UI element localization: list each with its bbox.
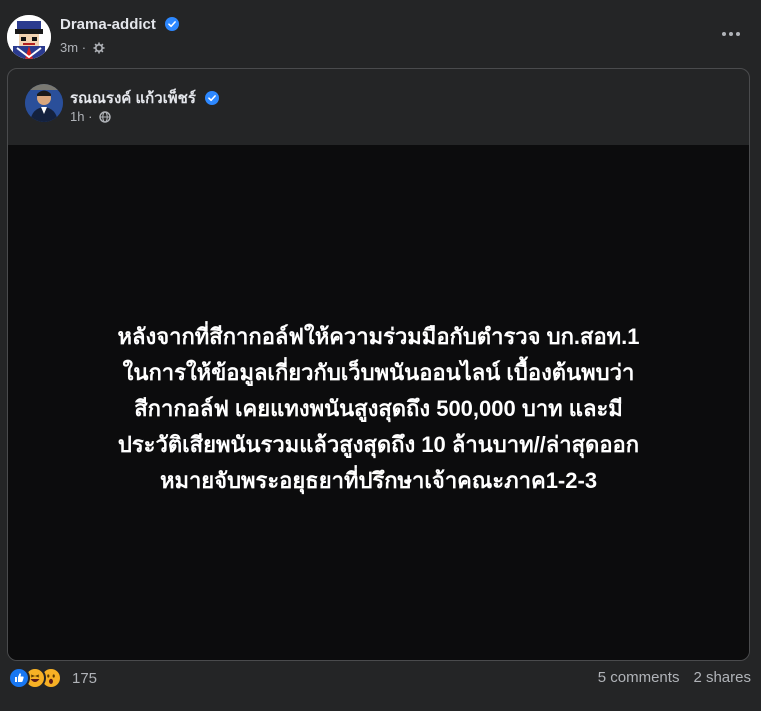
globe-icon [99, 111, 111, 123]
reaction-count[interactable]: 175 [72, 670, 97, 687]
shared-post-timestamp[interactable]: 1h [70, 109, 84, 124]
verified-badge-icon [205, 91, 220, 105]
post-text: หลังจากที่สีกากอล์ฟให้ความร่วมมือกับตำรว… [29, 319, 729, 499]
page-name[interactable]: Drama-addict [60, 16, 180, 33]
verified-badge-icon [165, 17, 180, 31]
shared-post-card[interactable]: รณณรงค์ แก้วเพ็ชร์ 1h · หลังจากที่สีกากอ… [7, 68, 750, 661]
text-post-background: หลังจากที่สีกากอล์ฟให้ความร่วมมือกับตำรว… [8, 145, 749, 660]
shared-author-avatar[interactable] [25, 84, 63, 122]
like-icon [8, 667, 30, 689]
post-timestamp[interactable]: 3m [60, 40, 78, 55]
drama-addict-logo-icon [7, 15, 51, 59]
profile-photo-icon [25, 84, 63, 122]
engagement-stats: 5 comments 2 shares [598, 669, 751, 686]
post-meta: 3m · [60, 40, 105, 55]
page-avatar[interactable] [7, 15, 51, 59]
post-text-line: หมายจับพระอยุธยาที่ปรึกษาเจ้าคณะภาค1-2-3 [159, 467, 598, 493]
shared-post-header: รณณรงค์ แก้วเพ็ชร์ 1h · [8, 69, 749, 145]
post-text-line: ประวัติเสียพนันรวมแล้วสูงสุดถึง 10 ล้านบ… [117, 431, 640, 457]
footer-divider [0, 702, 761, 711]
post-footer: 175 5 comments 2 shares [0, 660, 761, 700]
shared-author-name-text[interactable]: รณณรงค์ แก้วเพ็ชร์ [70, 90, 196, 107]
more-options-button[interactable] [719, 24, 743, 44]
post-text-line: สีกากอล์ฟ เคยแทงพนันสูงสุดถึง 500,000 บา… [134, 395, 623, 421]
shares-count-link[interactable]: 2 shares [693, 669, 751, 686]
post-text-line: ในการให้ข้อมูลเกี่ยวกับเว็บพนันออนไลน์ เ… [122, 359, 635, 385]
facebook-post: Drama-addict 3m · รณณรงค์ แก้วเพ็ชร์ 1h … [0, 0, 761, 711]
reaction-summary[interactable]: 175 [8, 667, 97, 689]
comments-count-link[interactable]: 5 comments [598, 669, 680, 686]
shared-author-name[interactable]: รณณรงค์ แก้วเพ็ชร์ [70, 86, 220, 110]
more-horizontal-icon [722, 32, 740, 36]
shared-post-meta: 1h · [70, 109, 111, 124]
post-text-line: หลังจากที่สีกากอล์ฟให้ความร่วมมือกับตำรว… [117, 323, 640, 349]
gear-icon [93, 42, 105, 54]
page-name-text[interactable]: Drama-addict [60, 16, 156, 33]
post-header: Drama-addict 3m · [0, 0, 761, 68]
